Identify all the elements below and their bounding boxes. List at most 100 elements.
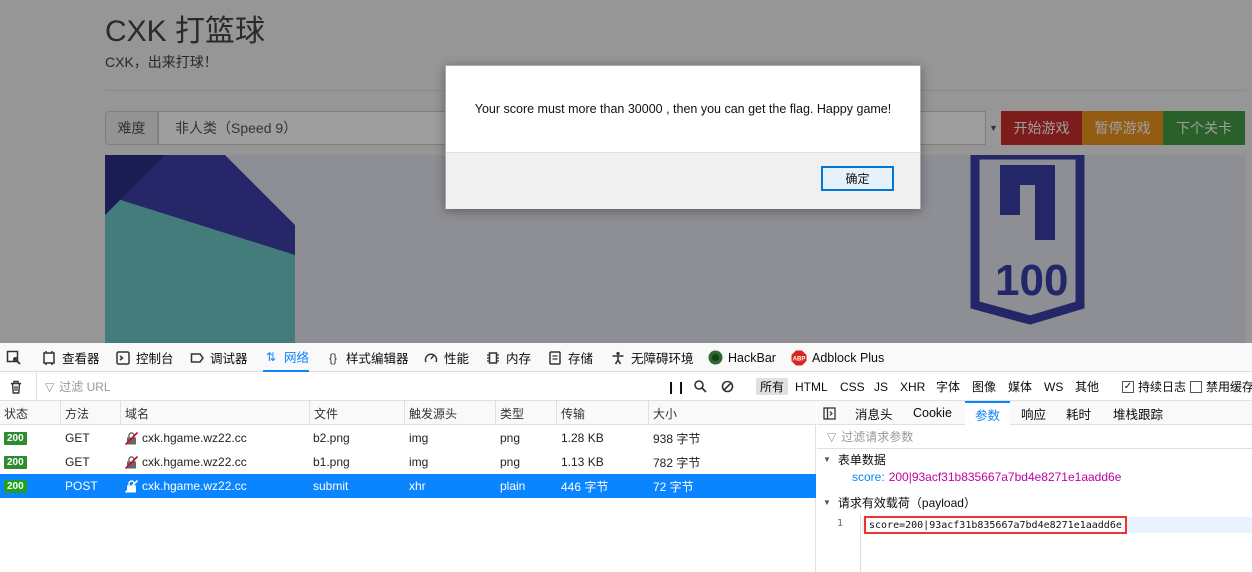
table-row[interactable]: 200 GET cxk.hgame.wz22.cc b2.png img png… <box>0 426 816 450</box>
request-cause: img <box>409 455 429 469</box>
tab-adblock-plus-label: Adblock Plus <box>812 350 885 365</box>
toggle-sidebar-icon[interactable] <box>823 401 836 425</box>
filter-type-css[interactable]: CSS <box>836 378 869 395</box>
request-method: GET <box>65 455 90 469</box>
column-status[interactable]: 状态 <box>0 401 61 425</box>
filter-type-other[interactable]: 其他 <box>1071 378 1103 395</box>
table-row-selected[interactable]: 200 POST cxk.hgame.wz22.cc submit xhr pl… <box>0 474 816 498</box>
column-domain[interactable]: 域名 <box>121 401 310 425</box>
column-size[interactable]: 大小 <box>649 401 816 425</box>
filter-params-input[interactable]: ▽ 过滤请求参数 <box>817 425 1252 449</box>
tab-stack-trace[interactable]: 堆栈跟踪 <box>1113 401 1163 425</box>
column-file[interactable]: 文件 <box>310 401 405 425</box>
column-cause[interactable]: 触发源头 <box>405 401 496 425</box>
column-transferred[interactable]: 传输 <box>557 401 649 425</box>
filter-type-fonts[interactable]: 字体 <box>932 378 964 395</box>
payload-section[interactable]: ▼ 请求有效载荷（payload） <box>817 492 1252 512</box>
request-method: GET <box>65 431 90 445</box>
table-row[interactable]: 200 GET cxk.hgame.wz22.cc b1.png img png… <box>0 450 816 474</box>
tab-network[interactable]: ⇅ 网络 <box>263 343 310 372</box>
request-transferred: 1.28 KB <box>561 431 604 445</box>
tab-storage-label: 存储 <box>568 352 594 366</box>
column-type[interactable]: 类型 <box>496 401 557 425</box>
inspector-icon <box>41 350 57 366</box>
filter-type-html[interactable]: HTML <box>791 378 832 395</box>
line-gutter: 1 <box>817 515 861 572</box>
filter-url-placeholder: 过滤 URL <box>59 380 111 394</box>
request-method: POST <box>65 479 98 493</box>
line-number: 1 <box>837 518 844 529</box>
tab-storage[interactable]: 存储 <box>547 343 593 372</box>
insecure-lock-icon <box>124 455 139 469</box>
status-badge: 200 <box>4 479 27 493</box>
tab-memory[interactable]: 内存 <box>485 343 531 372</box>
filter-type-js[interactable]: JS <box>870 378 892 395</box>
filter-url-input[interactable]: ▽ 过滤 URL <box>36 372 646 401</box>
request-size: 72 字节 <box>653 479 694 494</box>
form-data-title: 表单数据 <box>837 452 886 467</box>
tab-cookie[interactable]: Cookie <box>913 401 952 425</box>
detail-tab-bar: 消息头 Cookie 参数 响应 耗时 堆栈跟踪 <box>817 401 1252 425</box>
tab-response[interactable]: 响应 <box>1021 401 1046 425</box>
element-picker-button[interactable] <box>6 343 27 372</box>
insecure-lock-icon <box>124 431 139 445</box>
disable-cache-checkbox[interactable]: 禁用缓存 <box>1190 372 1252 401</box>
tab-timings[interactable]: 耗时 <box>1066 401 1091 425</box>
request-file: b2.png <box>313 431 350 445</box>
persist-logs-checkbox[interactable]: ✓ 持续日志 <box>1122 372 1186 401</box>
filter-type-xhr[interactable]: XHR <box>896 378 929 395</box>
filter-params-placeholder: 过滤请求参数 <box>841 430 914 444</box>
tab-network-label: 网络 <box>284 351 310 365</box>
trash-icon[interactable] <box>9 372 23 401</box>
payload-editor[interactable]: 1 score=200|93acf31b835667a7bd4e8271e1aa… <box>817 515 1252 572</box>
request-domain: cxk.hgame.wz22.cc <box>142 479 247 493</box>
memory-chip-icon <box>485 350 501 366</box>
tab-headers[interactable]: 消息头 <box>855 401 893 425</box>
request-detail-panel: 消息头 Cookie 参数 响应 耗时 堆栈跟踪 ▽ 过滤请求参数 ▼ 表单数据… <box>817 401 1252 572</box>
request-domain: cxk.hgame.wz22.cc <box>142 455 247 469</box>
filter-type-all[interactable]: 所有 <box>756 378 789 395</box>
tab-params[interactable]: 参数 <box>965 401 1011 425</box>
search-icon[interactable] <box>694 372 707 401</box>
request-type: png <box>500 431 521 445</box>
console-icon <box>115 350 131 366</box>
tab-style-editor-label: 样式编辑器 <box>346 352 409 366</box>
filter-type-media[interactable]: 媒体 <box>1004 378 1036 395</box>
tab-accessibility-label: 无障碍环境 <box>631 352 694 366</box>
request-size: 782 字节 <box>653 455 701 470</box>
request-type: png <box>500 455 521 469</box>
pause-recording-icon[interactable]: ❙❙ <box>666 372 686 401</box>
devtools-tab-bar: 查看器 控制台 调试器 ⇅ 网络 {} 样式编辑器 性能 内存 存储 无障碍环境… <box>0 343 1252 372</box>
payload-title: 请求有效载荷（payload） <box>837 495 976 510</box>
ok-button[interactable]: 确定 <box>821 166 894 191</box>
form-data-section[interactable]: ▼ 表单数据 <box>817 449 1252 469</box>
request-table: 状态 方法 域名 文件 触发源头 类型 传输 大小 200 GET cxk.hg… <box>0 401 816 572</box>
status-badge: 200 <box>4 431 27 445</box>
tab-style-editor[interactable]: {} 样式编辑器 <box>325 343 409 372</box>
tab-hackbar[interactable]: HackBar <box>707 343 776 372</box>
checkbox-checked-icon: ✓ <box>1122 380 1134 393</box>
devtools-panel: 查看器 控制台 调试器 ⇅ 网络 {} 样式编辑器 性能 内存 存储 无障碍环境… <box>0 343 1252 572</box>
tab-accessibility[interactable]: 无障碍环境 <box>610 343 694 372</box>
form-key: score: <box>852 470 885 484</box>
tab-performance[interactable]: 性能 <box>423 343 469 372</box>
tab-adblock-plus[interactable]: ABP Adblock Plus <box>791 343 884 372</box>
block-icon[interactable] <box>721 372 734 401</box>
tab-console[interactable]: 控制台 <box>115 343 174 372</box>
request-file: submit <box>313 479 349 493</box>
filter-type-ws[interactable]: WS <box>1040 378 1067 395</box>
column-method[interactable]: 方法 <box>61 401 121 425</box>
tab-console-label: 控制台 <box>136 352 174 366</box>
request-transferred: 1.13 KB <box>561 455 604 469</box>
filter-type-images[interactable]: 图像 <box>968 378 1000 395</box>
request-domain: cxk.hgame.wz22.cc <box>142 431 247 445</box>
tab-debugger[interactable]: 调试器 <box>189 343 248 372</box>
svg-text:ABP: ABP <box>793 356 806 362</box>
payload-text: score=200|93acf31b835667a7bd4e8271e1aadd… <box>864 516 1127 534</box>
request-cause: xhr <box>409 479 426 493</box>
filter-funnel-icon: ▽ <box>45 379 55 394</box>
tab-inspector[interactable]: 查看器 <box>41 343 100 372</box>
alert-footer: 确定 <box>446 152 920 209</box>
storage-icon <box>547 350 563 366</box>
tab-hackbar-label: HackBar <box>728 350 776 365</box>
